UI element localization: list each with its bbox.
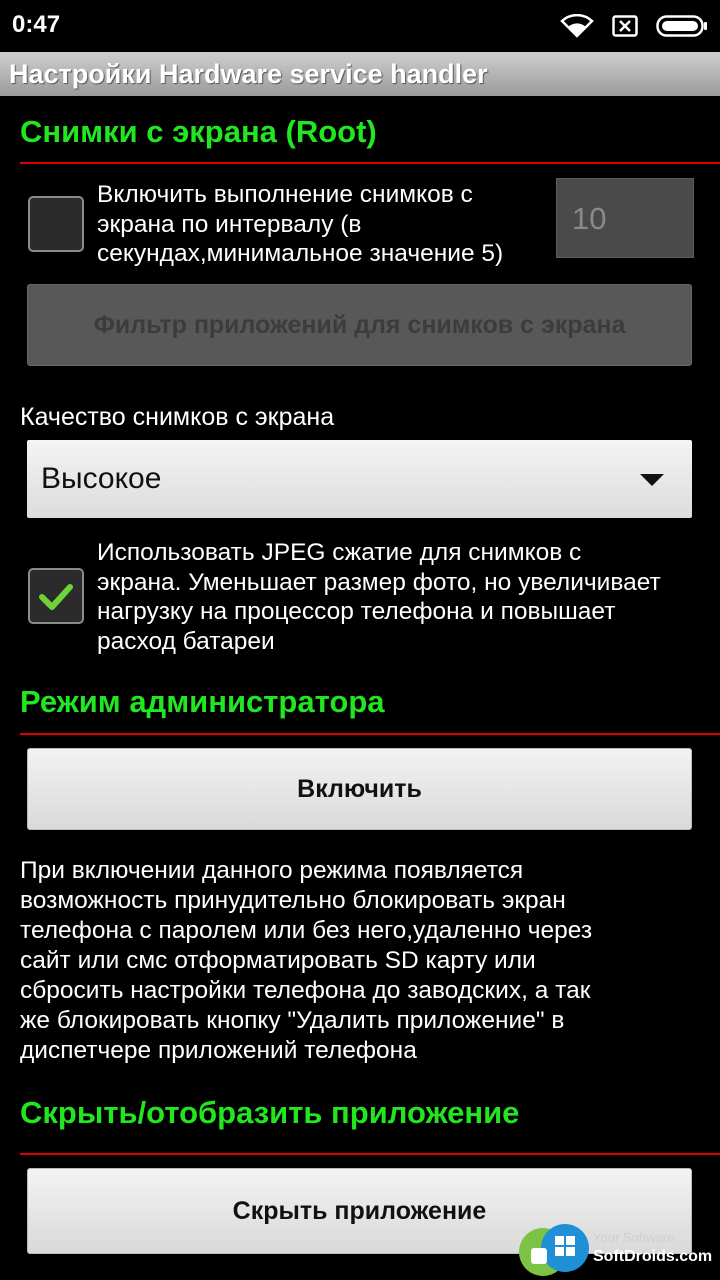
interval-checkbox-label: Включить выполнение снимков с экрана по …	[97, 180, 503, 269]
wifi-icon	[560, 14, 594, 38]
admin-description-line: возможность принудительно блокировать эк…	[20, 887, 566, 914]
quality-spinner[interactable]: Высокое	[27, 440, 692, 518]
sim-missing-icon	[612, 15, 638, 37]
softdroids-watermark: Your Software SoftDroids.com	[517, 1222, 720, 1280]
title-bar: Настройки Hardware service handler	[0, 52, 720, 96]
admin-description-line: диспетчере приложений телефона	[20, 1037, 417, 1064]
quality-spinner-value: Высокое	[41, 462, 162, 495]
interval-seconds-value: 10	[572, 201, 607, 236]
jpeg-compression-label: Использовать JPEG сжатие для снимков с э…	[97, 538, 661, 656]
dropdown-arrow-icon	[640, 474, 664, 486]
checkmark-icon	[39, 584, 73, 610]
interval-label-line: Включить выполнение снимков с	[97, 181, 473, 208]
jpeg-label-line: Использовать JPEG сжатие для снимков с	[97, 539, 582, 566]
admin-description: При включении данного режима появляется …	[20, 856, 592, 1066]
jpeg-label-line: расход батареи	[97, 627, 275, 655]
interval-label-line: секундах,минимальное значение 5)	[97, 240, 504, 267]
admin-description-line: же блокировать кнопку "Удалить приложени…	[20, 1007, 565, 1034]
interval-seconds-field[interactable]: 10	[556, 178, 694, 258]
quality-label: Качество снимков с экрана	[20, 403, 335, 431]
status-bar: 0:47	[0, 0, 720, 52]
section-divider	[20, 162, 720, 164]
section-divider	[20, 733, 720, 735]
section-title-admin: Режим администратора	[20, 684, 385, 719]
enable-admin-button[interactable]: Включить	[27, 748, 692, 830]
jpeg-compression-checkbox[interactable]	[28, 568, 84, 624]
watermark-brand: SoftDroids.com	[593, 1248, 713, 1265]
jpeg-label-line: экрана. Уменьшает размер фото, но увелич…	[97, 568, 661, 596]
page-title: Настройки Hardware service handler	[9, 59, 488, 89]
admin-description-line: При включении данного режима появляется	[20, 857, 524, 884]
softdroids-logo-icon	[519, 1224, 589, 1276]
app-filter-button[interactable]: Фильтр приложений для снимков с экрана	[27, 284, 692, 366]
section-title-hide-app: Скрыть/отобразить приложение	[20, 1095, 520, 1130]
jpeg-label-line: нагрузку на процессор телефона и повышае…	[97, 598, 616, 625]
section-title-screenshots: Снимки с экрана (Root)	[20, 114, 377, 149]
status-icons	[560, 12, 708, 40]
status-time: 0:47	[12, 11, 61, 38]
watermark-tagline: Your Software	[593, 1230, 675, 1245]
section-divider	[20, 1153, 720, 1155]
admin-description-line: сайт или смс отформатировать SD карту ил…	[20, 947, 536, 974]
interval-label-line: экрана по интервалу (в	[97, 210, 362, 238]
interval-checkbox[interactable]	[28, 196, 84, 252]
admin-description-line: телефона с паролем или без него,удаленно…	[20, 917, 593, 944]
admin-description-line: сбросить настройки телефона до заводских…	[20, 977, 591, 1004]
battery-icon	[656, 15, 707, 37]
